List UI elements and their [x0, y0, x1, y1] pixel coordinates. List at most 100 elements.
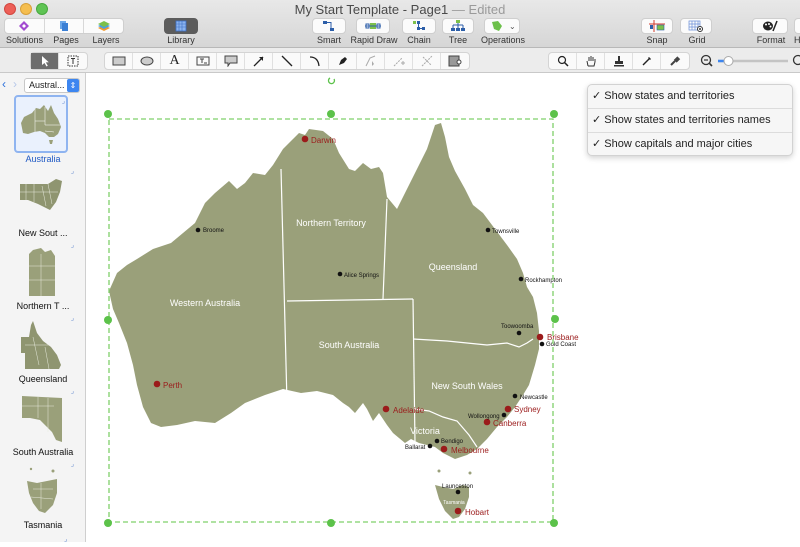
chain-icon: [412, 20, 426, 32]
cut-point-tool[interactable]: [413, 53, 441, 69]
city-dot-ballarat[interactable]: [428, 444, 433, 449]
pen-tool[interactable]: [329, 53, 357, 69]
solutions-button[interactable]: [5, 19, 45, 33]
library-item-label: Northern T ...: [0, 301, 86, 311]
text-select-tool[interactable]: [59, 53, 87, 69]
city-dot-toowoomba[interactable]: [517, 331, 522, 336]
format-brush-tool[interactable]: [661, 53, 689, 69]
format-button[interactable]: [752, 18, 788, 34]
operations-icon: [490, 20, 504, 32]
zoom-out-icon[interactable]: [702, 56, 713, 67]
grid-button[interactable]: [680, 18, 712, 34]
arc-tool[interactable]: [301, 53, 329, 69]
zoom-tool[interactable]: [549, 53, 577, 69]
australia-mainland[interactable]: [109, 123, 539, 459]
stamp-tool[interactable]: [605, 53, 633, 69]
panel-toggle-group: [4, 18, 124, 34]
line-tool[interactable]: [273, 53, 301, 69]
selection-tool-group: [30, 52, 88, 70]
bezier-tool[interactable]: [357, 53, 385, 69]
callout-tool[interactable]: [217, 53, 245, 69]
drawing-canvas[interactable]: Western Australia Northern Territory Que…: [87, 73, 800, 542]
city-dot-alice-springs[interactable]: [338, 272, 343, 277]
library-item-new-south-wales[interactable]: ⌟: [14, 169, 68, 227]
back-arrow-icon[interactable]: ‹: [2, 77, 6, 91]
layers-button[interactable]: [84, 19, 123, 33]
menu-item-show-capitals[interactable]: ✓ Show capitals and major cities: [588, 133, 792, 157]
drawing-toolbar: A: [0, 48, 800, 73]
resize-handle-top[interactable]: [327, 110, 335, 118]
snap-button[interactable]: [641, 18, 673, 34]
pages-button[interactable]: [45, 19, 85, 33]
action-menu: ✓ Show states and territories ✓ Show sta…: [587, 84, 793, 156]
text-tool[interactable]: A: [161, 53, 189, 69]
container-icon: [448, 55, 462, 67]
menu-item-show-states[interactable]: ✓ Show states and territories: [588, 85, 792, 109]
arrow-tool[interactable]: [245, 53, 273, 69]
item-corner-icon: ⌟: [71, 314, 74, 322]
capital-dot-brisbane[interactable]: [537, 334, 544, 341]
library-nav: ‹ › Austral... ⇕: [0, 77, 86, 93]
forward-arrow-icon[interactable]: ›: [13, 77, 17, 91]
city-dot-launceston[interactable]: [456, 490, 461, 495]
smart-button[interactable]: [312, 18, 346, 34]
rapid-draw-button[interactable]: [356, 18, 390, 34]
city-label-ballarat: Ballarat: [405, 445, 426, 451]
resize-handle-bottom-left[interactable]: [104, 519, 112, 527]
library-item-south-australia[interactable]: ⌟: [14, 389, 68, 447]
capital-dot-melbourne[interactable]: [441, 446, 448, 453]
add-point-tool[interactable]: [385, 53, 413, 69]
resize-handle-bottom-right[interactable]: [550, 519, 558, 527]
capital-dot-perth[interactable]: [154, 381, 161, 388]
resize-handle-left[interactable]: [104, 316, 112, 324]
zoom-slider-thumb[interactable]: [724, 57, 733, 66]
city-dot-townsville[interactable]: [486, 228, 491, 233]
menu-item-show-state-names[interactable]: ✓ Show states and territories names: [588, 109, 792, 133]
library-item-australia[interactable]: ⌟: [14, 95, 68, 153]
capital-dot-adelaide[interactable]: [383, 406, 390, 413]
city-dot-rockhampton[interactable]: [519, 277, 524, 282]
cut-point-icon: [421, 55, 433, 67]
eyedropper-tool[interactable]: [633, 53, 661, 69]
capital-label-brisbane: Brisbane: [547, 333, 579, 342]
chain-button[interactable]: [402, 18, 436, 34]
library-select[interactable]: Austral... ⇕: [24, 78, 80, 93]
resize-handle-bottom[interactable]: [327, 519, 335, 527]
library-item-queensland[interactable]: ⌟: [14, 316, 68, 374]
region-label-victoria: Victoria: [410, 426, 440, 436]
text-box-tool[interactable]: [189, 53, 217, 69]
operations-button[interactable]: ⌄: [484, 18, 520, 34]
add-point-icon: [393, 55, 405, 67]
zoom-control: [700, 52, 800, 70]
capital-dot-darwin[interactable]: [302, 136, 309, 143]
city-dot-bendigo[interactable]: [435, 439, 440, 444]
resize-handle-top-right[interactable]: [550, 110, 558, 118]
city-dot-gold-coast[interactable]: [540, 342, 545, 347]
resize-handle-top-left[interactable]: [104, 110, 112, 118]
item-corner-icon: ⌟: [71, 167, 74, 175]
zoom-in-icon[interactable]: [794, 56, 800, 65]
tree-button[interactable]: [442, 18, 474, 34]
rectangle-tool[interactable]: [105, 53, 133, 69]
resize-handle-right[interactable]: [551, 315, 559, 323]
hypernote-button[interactable]: [794, 18, 800, 34]
line-icon: [281, 55, 293, 67]
library-item-tasmania[interactable]: ⌟: [14, 462, 68, 520]
region-label-western-australia: Western Australia: [170, 298, 240, 308]
capital-dot-sydney[interactable]: [505, 406, 512, 413]
region-label-new-south-wales: New South Wales: [431, 381, 503, 391]
container-tool[interactable]: [441, 53, 469, 69]
city-dot-newcastle[interactable]: [513, 394, 518, 399]
city-dot-wollongong[interactable]: [502, 413, 507, 418]
rotate-handle-icon[interactable]: [328, 78, 334, 84]
library-item-northern-territory[interactable]: ⌟: [14, 243, 68, 301]
snap-label: Snap: [640, 35, 674, 45]
capital-dot-hobart[interactable]: [455, 508, 462, 515]
ellipse-tool[interactable]: [133, 53, 161, 69]
city-dot-broome[interactable]: [196, 228, 201, 233]
menu-item-label: Show states and territories names: [604, 114, 770, 126]
document-title: My Start Template - Page1: [295, 2, 449, 17]
hand-tool[interactable]: [577, 53, 605, 69]
library-button[interactable]: [164, 18, 198, 34]
pointer-tool[interactable]: [31, 53, 59, 69]
